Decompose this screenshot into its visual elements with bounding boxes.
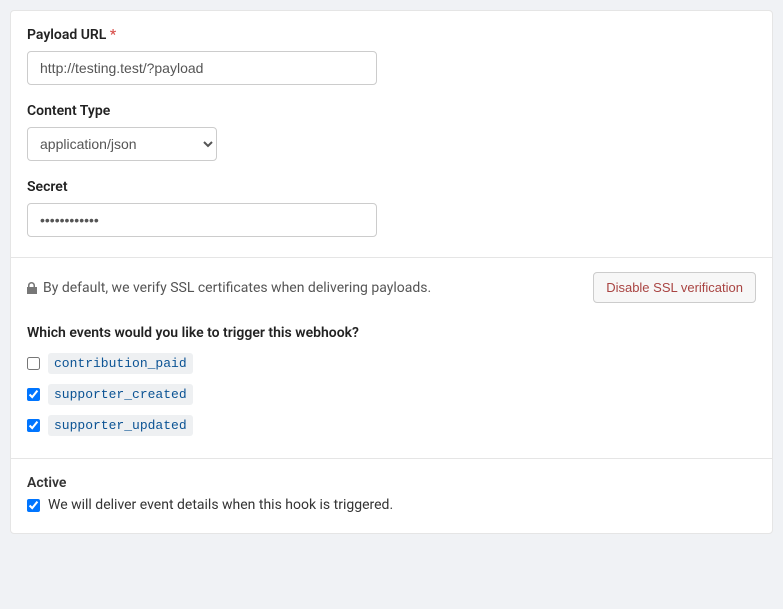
events-heading: Which events would you like to trigger t… xyxy=(27,325,756,341)
events-block: Which events would you like to trigger t… xyxy=(11,325,772,458)
ssl-description-container: By default, we verify SSL certificates w… xyxy=(27,280,431,296)
active-description: We will deliver event details when this … xyxy=(48,497,393,513)
event-checkbox-supporter-created[interactable] xyxy=(27,388,40,401)
payload-url-input[interactable] xyxy=(27,51,377,85)
disable-ssl-button[interactable]: Disable SSL verification xyxy=(593,272,756,303)
content-type-group: Content Type application/json xyxy=(27,103,756,161)
secret-label: Secret xyxy=(27,179,756,195)
secret-group: Secret xyxy=(27,179,756,237)
payload-url-label: Payload URL * xyxy=(27,27,756,43)
active-checkbox[interactable] xyxy=(27,499,40,512)
event-name-supporter-created: supporter_created xyxy=(48,384,193,405)
webhook-settings-panel: Payload URL * Content Type application/j… xyxy=(10,10,773,534)
event-item-contribution-paid: contribution_paid xyxy=(27,353,756,374)
main-form-section: Payload URL * Content Type application/j… xyxy=(11,11,772,257)
content-type-label: Content Type xyxy=(27,103,756,119)
secret-input[interactable] xyxy=(27,203,377,237)
event-name-supporter-updated: supporter_updated xyxy=(48,415,193,436)
event-item-supporter-created: supporter_created xyxy=(27,384,756,405)
event-item-supporter-updated: supporter_updated xyxy=(27,415,756,436)
payload-url-group: Payload URL * xyxy=(27,27,756,85)
ssl-row: By default, we verify SSL certificates w… xyxy=(11,258,772,303)
lock-icon xyxy=(27,282,37,294)
event-name-contribution-paid: contribution_paid xyxy=(48,353,193,374)
event-checkbox-contribution-paid[interactable] xyxy=(27,357,40,370)
required-asterisk: * xyxy=(110,27,116,43)
payload-url-label-text: Payload URL xyxy=(27,27,106,43)
ssl-description: By default, we verify SSL certificates w… xyxy=(43,280,431,296)
active-label: Active xyxy=(27,475,756,491)
content-type-select[interactable]: application/json xyxy=(27,127,217,161)
active-row: We will deliver event details when this … xyxy=(27,497,756,513)
event-checkbox-supporter-updated[interactable] xyxy=(27,419,40,432)
active-section: Active We will deliver event details whe… xyxy=(11,459,772,533)
